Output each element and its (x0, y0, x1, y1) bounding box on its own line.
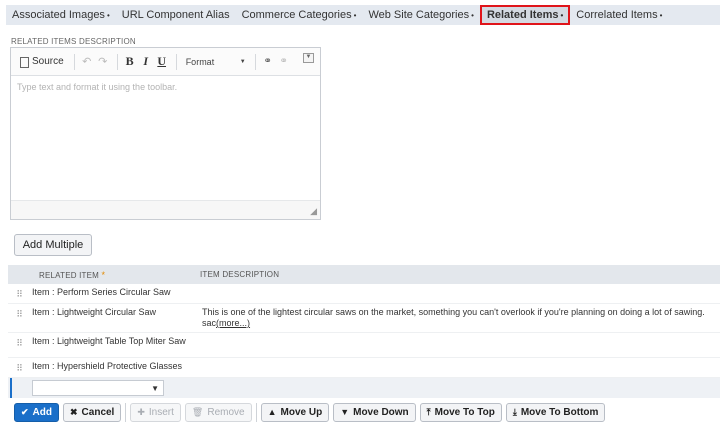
item-description-cell (200, 284, 720, 303)
arrow-to-top-icon: ⤒ (426, 406, 431, 417)
trash-icon: 🗑 (191, 406, 204, 417)
description-text: This is one of the lightest circular saw… (202, 307, 705, 328)
related-item-cell: Item : Lightweight Table Top Miter Saw (32, 336, 186, 346)
tab-related-items[interactable]: Related Items • (479, 5, 571, 25)
format-dropdown[interactable]: Format ▼ (182, 54, 250, 70)
column-header-related-item: RELATED ITEM * (8, 270, 200, 280)
editor-toolbar: Source ↶ ↷ B I U Format ▼ ⚭ ⚭ ▼ (11, 48, 320, 76)
editor-footer: ◢ (11, 200, 320, 219)
rich-text-editor: Source ↶ ↷ B I U Format ▼ ⚭ ⚭ ▼ Type tex… (10, 47, 321, 220)
format-label: Format (185, 56, 215, 67)
arrow-to-bottom-icon: ⤓ (512, 406, 517, 417)
related-item-cell: Item : Lightweight Circular Saw (32, 307, 157, 317)
tab-dropdown-icon: • (353, 11, 357, 20)
button-group-divider (255, 402, 257, 422)
column-header-label: RELATED ITEM (39, 270, 100, 280)
tab-label: Web Site Categories (368, 9, 470, 21)
column-header-item-description: ITEM DESCRIPTION (200, 270, 280, 279)
move-to-top-label: Move To Top (434, 406, 495, 418)
tab-url-component-alias[interactable]: URL Component Alias (116, 5, 236, 25)
table-row[interactable]: ⠿ Item : Lightweight Table Top Miter Saw (8, 333, 720, 358)
link-icon[interactable]: ⚭ (261, 53, 275, 71)
editor-content-area[interactable]: Type text and format it using the toolba… (11, 76, 320, 200)
related-items-description-label: RELATED ITEMS DESCRIPTION (11, 37, 136, 46)
related-item-cell: Item : Hypershield Protective Glasses (32, 361, 183, 371)
subtab-bar: Associated Images • URL Component Alias Com… (6, 5, 720, 25)
drag-handle-icon[interactable]: ⠿ (8, 333, 30, 357)
cancel-button[interactable]: ✖ Cancel (63, 402, 122, 422)
move-to-top-button[interactable]: ⤒ Move To Top (419, 402, 502, 422)
move-up-button[interactable]: ▲ Move Up (260, 402, 330, 422)
remove-label: Remove (207, 406, 245, 418)
remove-button[interactable]: 🗑 Remove (184, 402, 252, 422)
move-up-label: Move Up (280, 406, 323, 418)
move-to-bottom-button[interactable]: ⤓ Move To Bottom (505, 402, 606, 422)
toolbar-divider (175, 53, 177, 70)
toolbar-divider (254, 53, 256, 70)
item-description-cell (200, 333, 720, 357)
tab-dropdown-icon: • (560, 11, 564, 20)
plus-icon: ✚ (137, 406, 145, 417)
tab-dropdown-icon: • (106, 11, 110, 20)
tab-web-site-categories[interactable]: Web Site Categories • (362, 5, 480, 25)
add-label: Add (32, 406, 52, 418)
source-label: Source (32, 56, 64, 67)
tab-label: Associated Images (12, 9, 105, 21)
move-to-bottom-label: Move To Bottom (520, 406, 599, 418)
tab-label: Correlated Items (576, 9, 658, 21)
unlink-icon[interactable]: ⚭ (277, 53, 291, 71)
tab-correlated-items[interactable]: Correlated Items • (570, 5, 668, 25)
table-row[interactable]: ⠿ Item : Lightweight Circular Saw This is … (8, 304, 720, 333)
add-multiple-button[interactable]: Add Multiple (14, 234, 92, 256)
move-down-button[interactable]: ▼ Move Down (333, 402, 416, 422)
active-row-indicator (10, 378, 12, 398)
table-row[interactable]: ⠿ Item : Hypershield Protective Glasses (8, 358, 720, 378)
insert-label: Insert (148, 406, 174, 418)
collapse-toolbar-icon[interactable]: ▼ (303, 53, 314, 63)
tab-associated-images[interactable]: Associated Images • (6, 5, 116, 25)
move-down-label: Move Down (353, 406, 409, 418)
drag-handle-icon[interactable]: ⠿ (8, 284, 30, 303)
drag-handle-icon[interactable]: ⠿ (8, 304, 30, 332)
underline-button[interactable]: U (155, 53, 169, 71)
italic-button[interactable]: I (139, 53, 153, 71)
tab-commerce-categories[interactable]: Commerce Categories • (236, 5, 363, 25)
tab-label: Commerce Categories (241, 9, 352, 21)
insert-button[interactable]: ✚ Insert (130, 402, 181, 422)
tab-label: URL Component Alias (121, 9, 230, 21)
tab-label: Related Items (486, 9, 559, 21)
resize-handle-icon[interactable]: ◢ (310, 206, 317, 217)
cancel-label: Cancel (81, 406, 115, 418)
arrow-up-icon: ▲ (267, 407, 277, 417)
required-marker: * (101, 269, 106, 280)
chevron-down-icon: ▼ (239, 58, 246, 65)
chevron-down-icon: ▼ (151, 383, 159, 393)
undo-icon[interactable]: ↶ (80, 53, 94, 71)
item-description-cell (200, 358, 720, 377)
bold-button[interactable]: B (123, 53, 137, 71)
related-item-select[interactable]: ▼ (32, 380, 164, 396)
redo-icon[interactable]: ↷ (96, 53, 110, 71)
tab-dropdown-icon: • (471, 11, 474, 20)
table-row[interactable]: ⠿ Item : Perform Series Circular Saw (8, 284, 720, 304)
item-description-cell: This is one of the lightest circular saw… (200, 304, 720, 332)
document-icon (20, 57, 29, 68)
toolbar-divider (73, 53, 75, 70)
related-item-cell: Item : Perform Series Circular Saw (32, 287, 171, 297)
checkmark-icon: ✔ (21, 406, 29, 417)
tab-dropdown-icon: • (659, 11, 663, 20)
button-group-divider (125, 402, 127, 422)
new-item-row: ▼ (8, 378, 720, 398)
drag-handle-icon[interactable]: ⠿ (8, 358, 30, 377)
close-icon: ✖ (70, 406, 78, 417)
more-link[interactable]: (more...) (216, 318, 250, 328)
toolbar-divider (116, 53, 118, 70)
table-header: RELATED ITEM * ITEM DESCRIPTION (8, 265, 720, 284)
arrow-down-icon: ▼ (340, 407, 350, 417)
row-actions-bar: ✔ Add ✖ Cancel ✚ Insert 🗑 Remove ▲ Move … (14, 401, 609, 423)
add-button[interactable]: ✔ Add (14, 402, 59, 422)
related-items-table: RELATED ITEM * ITEM DESCRIPTION ⠿ Item : … (8, 265, 720, 398)
source-button[interactable]: Source (17, 53, 67, 71)
